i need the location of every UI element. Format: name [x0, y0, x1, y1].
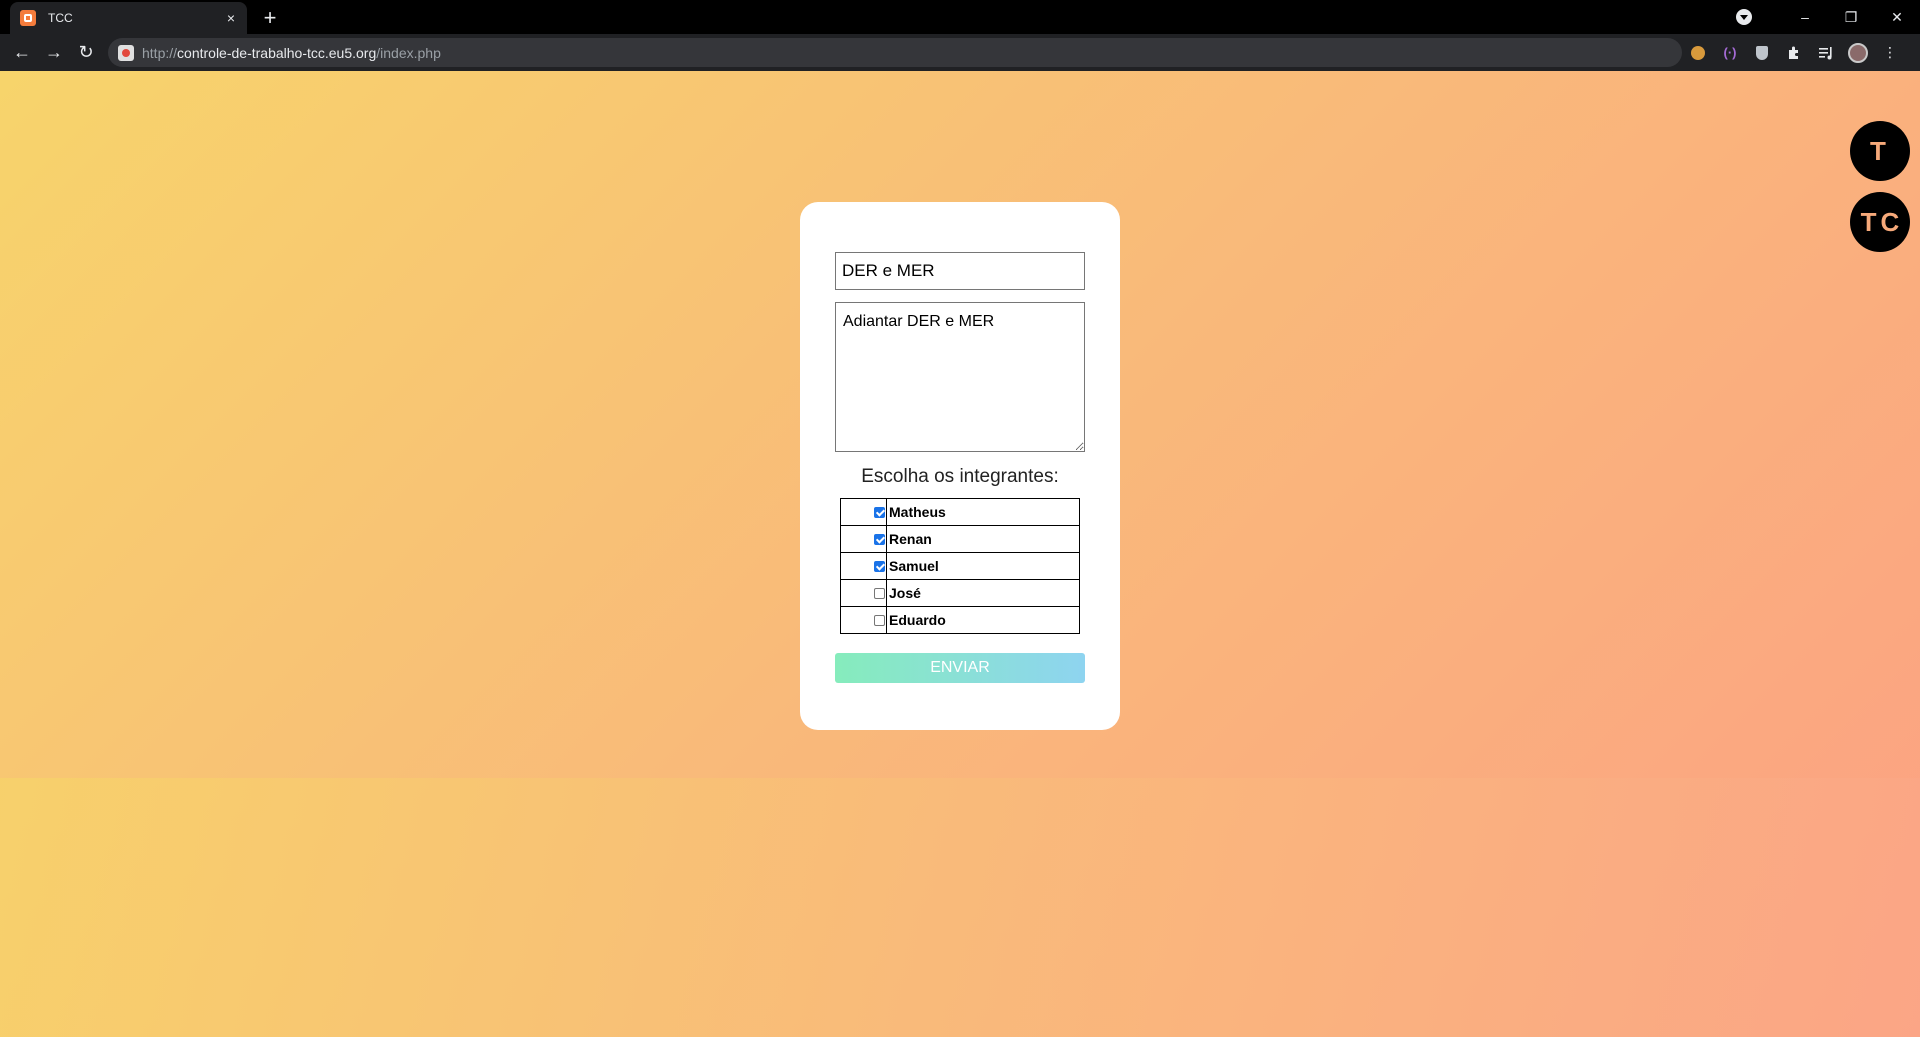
- page-background: T TC Adiantar DER e MER Escolha os integ…: [0, 71, 1920, 1037]
- member-checkbox-cell: [840, 606, 887, 634]
- submit-button[interactable]: ENVIAR: [835, 653, 1085, 683]
- member-row: Renan: [840, 525, 1080, 553]
- minimize-button[interactable]: –: [1782, 0, 1828, 34]
- member-row: José: [840, 579, 1080, 607]
- member-row: Matheus: [840, 498, 1080, 526]
- member-checkbox-cell: [840, 525, 887, 553]
- tab-close-icon[interactable]: ×: [219, 10, 243, 26]
- cookie-extension-icon[interactable]: [1682, 37, 1714, 69]
- member-name: Matheus: [886, 498, 1080, 526]
- close-window-button[interactable]: ✕: [1874, 0, 1920, 34]
- tab-title: TCC: [48, 11, 73, 25]
- members-heading: Escolha os integrantes:: [861, 466, 1059, 487]
- new-tab-button[interactable]: +: [256, 5, 284, 33]
- member-checkbox[interactable]: [874, 533, 885, 545]
- window-controls: – ❐ ✕: [1736, 0, 1920, 34]
- member-checkbox-cell: [840, 498, 887, 526]
- url-host: controle-de-trabalho-tcc.eu5.org: [177, 44, 377, 61]
- member-name: Renan: [886, 525, 1080, 553]
- url-path: /index.php: [376, 44, 441, 61]
- browser-tab[interactable]: TCC ×: [10, 2, 247, 34]
- member-checkbox-cell: [840, 579, 887, 607]
- extensions-area: (·) ⋮: [1682, 34, 1906, 71]
- member-checkbox-cell: [840, 552, 887, 580]
- browser-toolbar: ← → ↻ http://controle-de-trabalho-tcc.eu…: [0, 34, 1920, 71]
- forward-button[interactable]: →: [38, 37, 70, 69]
- side-badge-tc[interactable]: TC: [1850, 192, 1910, 252]
- members-table: Matheus Renan Samuel José Eduardo: [840, 498, 1080, 634]
- member-checkbox[interactable]: [874, 614, 885, 626]
- shield-extension-icon[interactable]: [1746, 37, 1778, 69]
- member-checkbox[interactable]: [874, 587, 885, 599]
- member-row: Eduardo: [840, 606, 1080, 634]
- reading-list-icon[interactable]: [1810, 37, 1842, 69]
- tab-search-icon[interactable]: [1736, 9, 1752, 25]
- restore-button[interactable]: ❐: [1828, 0, 1874, 34]
- member-name: José: [886, 579, 1080, 607]
- url-text: http://controle-de-trabalho-tcc.eu5.org/…: [142, 45, 441, 61]
- site-info-icon[interactable]: [118, 44, 134, 61]
- member-checkbox[interactable]: [874, 506, 885, 518]
- task-title-input[interactable]: [835, 252, 1085, 290]
- member-name: Samuel: [886, 552, 1080, 580]
- task-form-card: Adiantar DER e MER Escolha os integrante…: [800, 202, 1120, 730]
- member-name: Eduardo: [886, 606, 1080, 634]
- browser-menu-icon[interactable]: ⋮: [1874, 37, 1906, 69]
- back-button[interactable]: ←: [6, 37, 38, 69]
- side-badge-t[interactable]: T: [1850, 121, 1910, 181]
- member-row: Samuel: [840, 552, 1080, 580]
- member-checkbox[interactable]: [874, 560, 885, 572]
- task-description-textarea[interactable]: Adiantar DER e MER: [835, 302, 1085, 452]
- page-lower-band: [0, 778, 1920, 1037]
- reload-button[interactable]: ↻: [70, 37, 102, 69]
- puzzle-extensions-icon[interactable]: [1778, 37, 1810, 69]
- address-bar[interactable]: http://controle-de-trabalho-tcc.eu5.org/…: [108, 38, 1682, 67]
- tab-favicon-icon: [20, 10, 36, 26]
- browser-tab-bar: TCC × + – ❐ ✕: [0, 0, 1920, 34]
- brackets-extension-icon[interactable]: (·): [1714, 37, 1746, 69]
- url-scheme: http://: [142, 44, 178, 61]
- profile-avatar[interactable]: [1842, 37, 1874, 69]
